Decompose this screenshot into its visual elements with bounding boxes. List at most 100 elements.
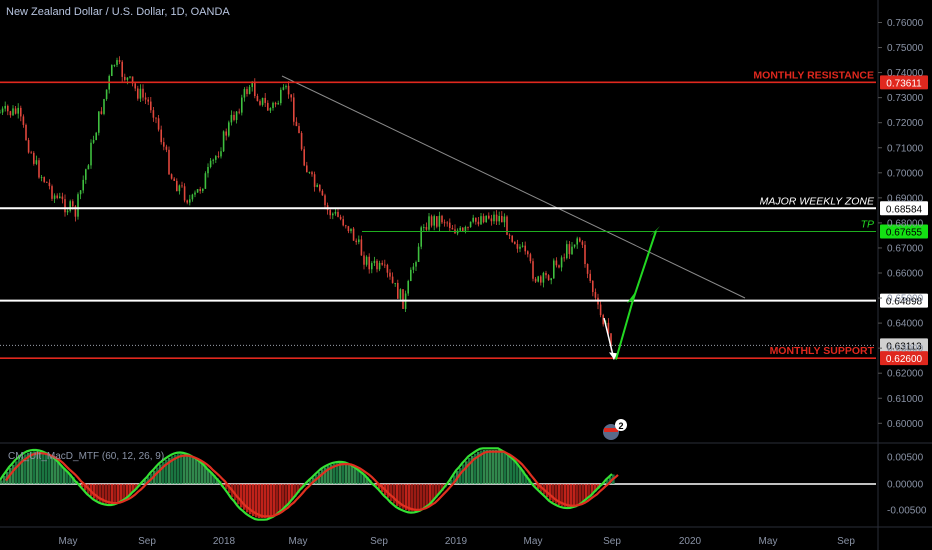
candle-body <box>274 102 277 105</box>
macd-histogram-bar <box>273 484 276 516</box>
macd-histogram-bar <box>195 459 198 484</box>
macd-histogram-bar <box>156 467 159 484</box>
candle-body <box>358 239 360 243</box>
macd-histogram-bar <box>498 450 501 484</box>
candle-body <box>183 186 186 201</box>
candle-body <box>77 194 79 217</box>
candle-body <box>235 111 238 120</box>
candle-body <box>85 169 87 180</box>
candle-body <box>433 216 435 226</box>
candle-body <box>168 149 170 175</box>
candle-body <box>508 234 511 236</box>
candle-body <box>337 211 339 217</box>
candle-body <box>485 215 487 223</box>
candle-body <box>371 263 373 270</box>
candle-body <box>459 227 461 231</box>
candle-body <box>137 88 139 99</box>
candle-body <box>87 165 90 170</box>
candle-body <box>225 131 227 136</box>
candle-body <box>293 97 295 122</box>
candle-body <box>176 180 178 192</box>
candle-body <box>181 185 183 187</box>
candle-body <box>233 114 235 120</box>
macd-histogram-bar <box>285 484 288 506</box>
candle-body <box>142 88 144 98</box>
candle-body <box>586 264 589 274</box>
candle-body <box>438 215 441 227</box>
candle-body <box>48 182 51 187</box>
candle-body <box>576 238 578 245</box>
candle-body <box>532 261 534 279</box>
candle-body <box>152 110 155 118</box>
macd-histogram-bar <box>390 484 393 501</box>
candle-body <box>228 122 230 136</box>
candle-body <box>571 246 573 255</box>
candle-body <box>555 260 558 266</box>
candle-body <box>1 108 4 113</box>
candle-body <box>386 264 389 273</box>
candle-body <box>30 152 32 154</box>
candle-body <box>306 165 308 173</box>
candle-body <box>428 216 430 230</box>
candle-body <box>321 190 324 196</box>
candle-body <box>545 272 547 276</box>
candle-body <box>204 173 207 189</box>
candle-body <box>147 99 149 102</box>
candle-body <box>243 89 246 98</box>
candle-body <box>173 178 175 181</box>
candle-body <box>202 188 204 191</box>
candle-body <box>287 85 290 95</box>
candle-body <box>339 216 342 220</box>
candle-body <box>469 221 472 228</box>
candle-body <box>261 97 264 105</box>
candle-body <box>542 272 545 283</box>
candle-body <box>415 261 417 267</box>
macd-histogram-bar <box>348 464 351 484</box>
price-tick-label: 0.75000 <box>887 43 924 54</box>
candle-body <box>464 226 467 231</box>
candle-body <box>319 184 321 191</box>
candle-body <box>308 172 311 174</box>
candle-body <box>521 245 524 247</box>
macd-histogram-bar <box>120 484 123 501</box>
price-tick-label: 0.76000 <box>887 18 924 29</box>
candle-body <box>259 101 261 105</box>
chart-panel[interactable]: MONTHLY RESISTANCE 0.73611 MAJOR WEEKLY ZO… <box>0 0 932 550</box>
macd-tick-label: -0.00500 <box>887 506 927 517</box>
candle-body <box>342 219 344 226</box>
candle-body <box>248 86 251 94</box>
candle-body <box>488 215 490 219</box>
macd-histogram-bar <box>117 484 120 503</box>
candle-body <box>397 282 399 299</box>
candle-body <box>462 227 464 231</box>
candle-body <box>129 76 131 78</box>
macd-histogram-bar <box>282 484 285 509</box>
candle-body <box>378 262 381 270</box>
time-tick-label: Sep <box>370 536 388 547</box>
chart-canvas[interactable]: MONTHLY RESISTANCE 0.73611 MAJOR WEEKLY ZO… <box>0 0 932 550</box>
candle-body <box>207 166 209 174</box>
macd-histogram-bar <box>339 462 342 484</box>
candle-body <box>568 244 571 255</box>
candle-body <box>217 156 220 157</box>
candle-body <box>550 278 552 281</box>
time-tick-label: 2020 <box>679 536 702 547</box>
macd-histogram-bar <box>270 484 273 517</box>
price-tick-label: 0.71000 <box>887 143 924 154</box>
macd-histogram-bar <box>345 463 348 484</box>
macd-histogram-bar <box>93 484 96 499</box>
candle-body <box>355 240 357 243</box>
price-tick-label: 0.72000 <box>887 118 924 129</box>
candle-body <box>451 228 454 230</box>
candle-body <box>516 243 519 249</box>
candle-body <box>113 64 116 66</box>
macd-histogram-bar <box>495 450 498 484</box>
candle-body <box>35 160 38 164</box>
macd-histogram-bar <box>237 484 240 505</box>
candle-body <box>209 160 212 167</box>
macd-histogram-bar <box>192 457 195 484</box>
candle-body <box>558 265 560 268</box>
macd-histogram-bar <box>180 453 183 484</box>
candle-body <box>534 278 537 282</box>
candle-body <box>38 160 40 178</box>
